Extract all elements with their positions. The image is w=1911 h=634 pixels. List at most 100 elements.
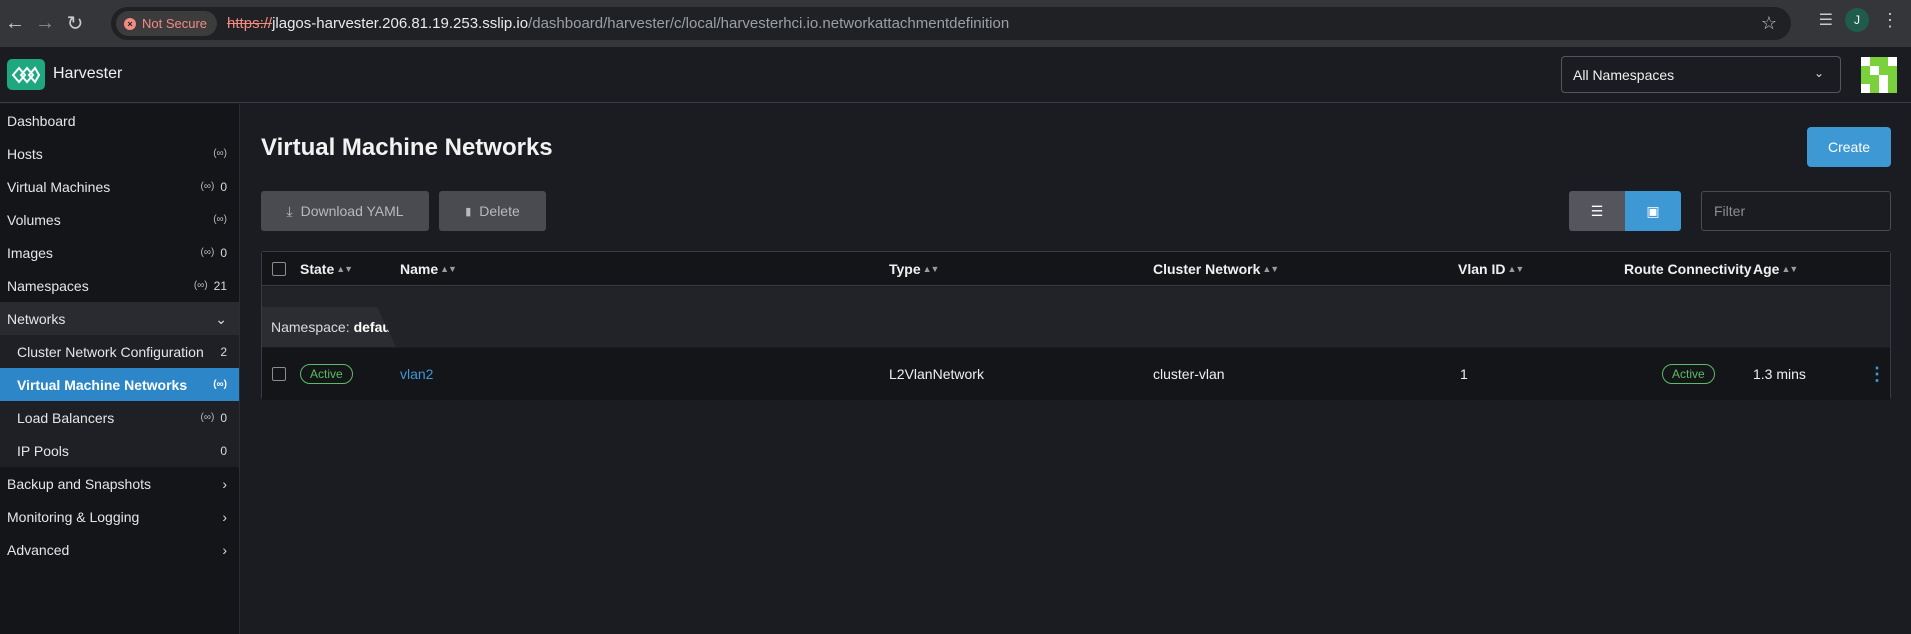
list-view-icon[interactable]: ☰ <box>1569 191 1625 231</box>
state-cell: Active <box>300 348 353 400</box>
group-label: Namespace: <box>271 319 350 335</box>
column-header-label: Cluster Network <box>1153 261 1261 277</box>
download-yaml-label: Download YAML <box>300 203 404 219</box>
group-row-namespace: Namespace: default <box>262 287 1890 347</box>
column-header-route-connectivity: Route Connectivity <box>1624 252 1752 286</box>
vlan-id-cell: 1 <box>1460 366 1468 382</box>
media-control-icon[interactable]: ☰ <box>1819 10 1833 30</box>
networks-table: State ▲▼ Name ▲▼ Type ▲▼ Cluster Network ▲▼ … <box>261 251 1891 400</box>
age-cell: 1.3 mins <box>1753 366 1806 382</box>
status-badge: Active <box>1662 364 1715 384</box>
sidebar-item-cluster-network-configuration[interactable]: Cluster Network Configuration 2 <box>0 335 239 368</box>
namespace-select[interactable]: All Namespaces ⌄ <box>1561 56 1841 93</box>
harvester-logo-icon[interactable] <box>7 59 45 90</box>
namespace-select-value: All Namespaces <box>1573 66 1675 83</box>
sidebar-item-label: IP Pools <box>17 442 69 459</box>
row-checkbox[interactable] <box>272 367 286 381</box>
namespaced-icon: (∞) <box>200 412 215 423</box>
sidebar-item-count: 0 <box>220 245 227 260</box>
column-header-state[interactable]: State ▲▼ <box>300 252 353 286</box>
user-avatar[interactable] <box>1861 57 1897 93</box>
sidebar-item-load-balancers[interactable]: Load Balancers (∞) 0 <box>0 401 239 434</box>
column-header-label: Vlan ID <box>1458 261 1506 277</box>
column-header-label: Age <box>1753 261 1780 277</box>
download-icon: ⤓ <box>286 202 293 219</box>
sidebar-item-hosts[interactable]: Hosts (∞) <box>0 137 239 170</box>
sidebar-item-virtual-machines[interactable]: Virtual Machines (∞) 0 <box>0 170 239 203</box>
column-header-label: Route Connectivity <box>1624 261 1752 277</box>
url-path: /dashboard/harvester/c/local/harvesterhc… <box>528 15 1010 32</box>
delete-label: Delete <box>479 203 520 219</box>
row-actions-menu-icon[interactable]: ⋮ <box>1868 348 1886 400</box>
main-content: Virtual Machine Networks Create ⤓ Downlo… <box>241 104 1911 634</box>
sort-icon: ▲▼ <box>922 264 940 274</box>
url-host: jlagos-harvester.206.81.19.253.sslip.io <box>272 15 529 32</box>
column-header-cluster-network[interactable]: Cluster Network ▲▼ <box>1153 252 1279 286</box>
sidebar-item-label: Images <box>7 244 53 261</box>
namespaced-icon: (∞) <box>200 247 215 258</box>
select-all-checkbox-cell <box>272 252 286 286</box>
column-header-age[interactable]: Age ▲▼ <box>1753 252 1798 286</box>
trash-icon: ▮ <box>465 205 472 218</box>
sidebar-item-label: Hosts <box>7 145 43 162</box>
sidebar-item-volumes[interactable]: Volumes (∞) <box>0 203 239 236</box>
bookmark-star-icon[interactable]: ☆ <box>1761 13 1777 34</box>
download-yaml-button[interactable]: ⤓ Download YAML <box>261 191 429 231</box>
sidebar-item-label: Cluster Network Configuration <box>17 343 204 360</box>
sidebar-item-dashboard[interactable]: Dashboard <box>0 104 239 137</box>
page-title: Virtual Machine Networks <box>261 134 553 161</box>
namespaced-icon: (∞) <box>193 280 208 291</box>
filter-input[interactable] <box>1701 191 1891 231</box>
type-cell: L2VlanNetwork <box>889 366 984 382</box>
sidebar-group-advanced[interactable]: Advanced › <box>0 533 239 566</box>
delete-button[interactable]: ▮ Delete <box>439 191 546 231</box>
group-by-namespace-icon[interactable]: ▣ <box>1625 191 1681 231</box>
create-button[interactable]: Create <box>1807 127 1891 167</box>
chevron-down-icon: ⌄ <box>1813 66 1824 80</box>
namespace-group-tab: Namespace: default <box>262 307 396 347</box>
column-header-label: Type <box>889 261 921 277</box>
sidebar-item-namespaces[interactable]: Namespaces (∞) 21 <box>0 269 239 302</box>
chevron-right-icon: › <box>222 509 227 525</box>
cluster-network-cell: cluster-vlan <box>1153 366 1225 382</box>
namespaced-icon: (∞) <box>213 379 227 390</box>
url-text[interactable]: https://jlagos-harvester.206.81.19.253.s… <box>227 15 1009 32</box>
sidebar-item-label: Monitoring & Logging <box>7 508 140 525</box>
column-header-label: Name <box>400 261 439 277</box>
back-arrow-icon[interactable]: ← <box>0 9 30 39</box>
sidebar-item-count: 0 <box>220 179 227 194</box>
sidebar-item-label: Dashboard <box>7 112 76 129</box>
network-name-link[interactable]: vlan2 <box>400 348 433 400</box>
sidebar-group-monitoring-logging[interactable]: Monitoring & Logging › <box>0 500 239 533</box>
sidebar-item-images[interactable]: Images (∞) 0 <box>0 236 239 269</box>
sidebar-item-count: 2 <box>220 344 227 359</box>
sidebar-item-ip-pools[interactable]: IP Pools 0 <box>0 434 239 467</box>
group-value: default <box>353 319 400 335</box>
table-row[interactable]: Active vlan2 L2VlanNetwork cluster-vlan … <box>262 348 1890 400</box>
namespaced-icon: (∞) <box>213 148 227 159</box>
sidebar: Dashboard Hosts (∞) Virtual Machines (∞) 0 … <box>0 104 240 634</box>
chevron-down-icon: ⌄ <box>215 311 227 327</box>
namespaced-icon: (∞) <box>213 214 227 225</box>
reload-icon[interactable]: ↻ <box>60 9 90 39</box>
sidebar-item-label: Advanced <box>7 541 70 558</box>
sort-icon: ▲▼ <box>440 264 457 274</box>
sidebar-item-virtual-machine-networks[interactable]: Virtual Machine Networks (∞) <box>0 368 239 401</box>
sidebar-group-networks[interactable]: Networks ⌄ <box>0 302 239 335</box>
column-header-type[interactable]: Type ▲▼ <box>889 252 940 286</box>
select-all-checkbox[interactable] <box>272 262 286 276</box>
column-header-vlan-id[interactable]: Vlan ID ▲▼ <box>1458 252 1524 286</box>
address-bar[interactable]: × Not Secure https://jlagos-harvester.20… <box>111 7 1791 40</box>
sort-icon: ▲▼ <box>1507 264 1524 274</box>
forward-arrow-icon[interactable]: → <box>30 9 60 39</box>
brand-name: Harvester <box>53 65 123 82</box>
row-checkbox-cell <box>272 348 286 400</box>
sidebar-group-backup-and-snapshots[interactable]: Backup and Snapshots › <box>0 467 239 500</box>
sidebar-item-label: Load Balancers <box>17 409 115 426</box>
sidebar-item-count: 0 <box>220 410 227 425</box>
profile-avatar[interactable]: J <box>1845 8 1869 32</box>
browser-menu-icon[interactable]: ⋮ <box>1881 10 1899 31</box>
security-indicator[interactable]: × Not Secure <box>116 11 218 36</box>
column-header-name[interactable]: Name ▲▼ <box>400 252 457 286</box>
sort-icon: ▲▼ <box>336 264 353 274</box>
